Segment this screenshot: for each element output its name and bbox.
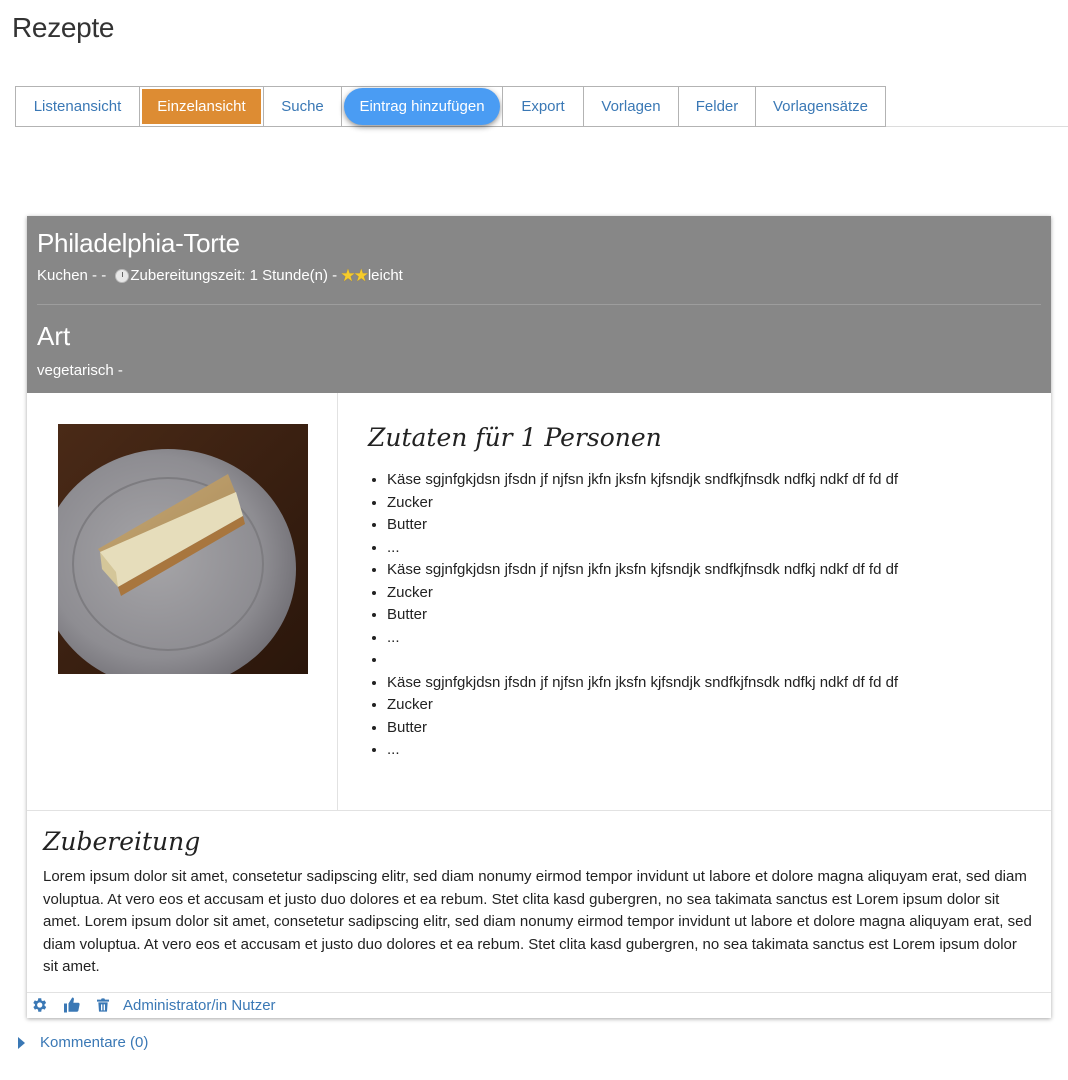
recipe-meta: Kuchen - - Zubereitungszeit: 1 Stunde(n)… [37, 267, 403, 284]
gear-icon[interactable] [29, 995, 49, 1015]
cake-photo [58, 424, 308, 674]
tab-vorlagen[interactable]: Vorlagen [583, 86, 679, 127]
recipe-title: Philadelphia-Torte [37, 228, 240, 258]
ingredient-item: Butter [387, 604, 898, 627]
ingredient-item: Käse sgjnfgkjdsn jfsdn jf njfsn jkfn jks… [387, 672, 898, 695]
image-column [27, 393, 338, 810]
preparation-heading: Zubereitung [43, 827, 201, 856]
type-heading: Art [37, 321, 71, 351]
author-link[interactable]: Administrator/in Nutzer [123, 997, 276, 1014]
star-icon: ★ [353, 266, 369, 285]
page-title: Rezepte [12, 12, 115, 43]
comments-label: Kommentare (0) [40, 1034, 149, 1051]
ingredients-heading: Zutaten für 1 Personen [368, 423, 662, 452]
tab-suche[interactable]: Suche [263, 86, 342, 127]
recipe-header: Philadelphia-Torte Kuchen - - Zubereitun… [27, 216, 1051, 393]
prep-time: Zubereitungszeit: 1 Stunde(n) - [130, 267, 342, 284]
ingredients-column: Zutaten für 1 Personen Käse sgjnfgkjdsn … [338, 393, 1051, 810]
recipe-body: Zutaten für 1 Personen Käse sgjnfgkjdsn … [27, 393, 1051, 811]
comments-toggle[interactable]: Kommentare (0) [18, 1034, 148, 1051]
tab-eintrag-hinzufuegen[interactable]: Eintrag hinzufügen [341, 86, 503, 127]
ingredient-item: Zucker [387, 582, 898, 605]
recipe-category: Kuchen - - [37, 267, 111, 284]
difficulty: leicht [367, 267, 403, 284]
preparation-section: Zubereitung Lorem ipsum dolor sit amet, … [27, 811, 1051, 993]
add-entry-button[interactable]: Eintrag hinzufügen [344, 88, 500, 125]
tab-export[interactable]: Export [502, 86, 584, 127]
ingredient-item: ... [387, 739, 898, 762]
divider [37, 304, 1041, 305]
thumbs-up-icon[interactable] [61, 995, 81, 1015]
ingredient-item: ... [387, 627, 898, 650]
ingredients-list: Käse sgjnfgkjdsn jfsdn jf njfsn jkfn jks… [368, 469, 898, 762]
ingredient-item: Butter [387, 717, 898, 740]
tab-listenansicht[interactable]: Listenansicht [15, 86, 140, 127]
preparation-text: Lorem ipsum dolor sit amet, consetetur s… [43, 868, 1032, 975]
tab-vorlagensaetze[interactable]: Vorlagensätze [755, 86, 886, 127]
ingredient-item: ... [387, 537, 898, 560]
ingredient-item [387, 649, 898, 672]
ingredient-item: Käse sgjnfgkjdsn jfsdn jf njfsn jkfn jks… [387, 559, 898, 582]
caret-right-icon [18, 1036, 25, 1049]
clock-icon [115, 268, 130, 283]
tab-einzelansicht[interactable]: Einzelansicht [139, 86, 264, 127]
ingredient-item: Käse sgjnfgkjdsn jfsdn jf njfsn jkfn jks… [387, 469, 898, 492]
trash-icon[interactable] [93, 995, 113, 1015]
ingredient-item: Zucker [387, 492, 898, 515]
entry-actions: Administrator/in Nutzer [27, 993, 1051, 1017]
ingredient-item: Zucker [387, 694, 898, 717]
tab-felder[interactable]: Felder [678, 86, 756, 127]
tab-bar: Listenansicht Einzelansicht Suche Eintra… [15, 86, 1068, 127]
ingredient-item: Butter [387, 514, 898, 537]
recipe-card: Philadelphia-Torte Kuchen - - Zubereitun… [27, 216, 1051, 1018]
type-values: vegetarisch - [37, 362, 123, 379]
